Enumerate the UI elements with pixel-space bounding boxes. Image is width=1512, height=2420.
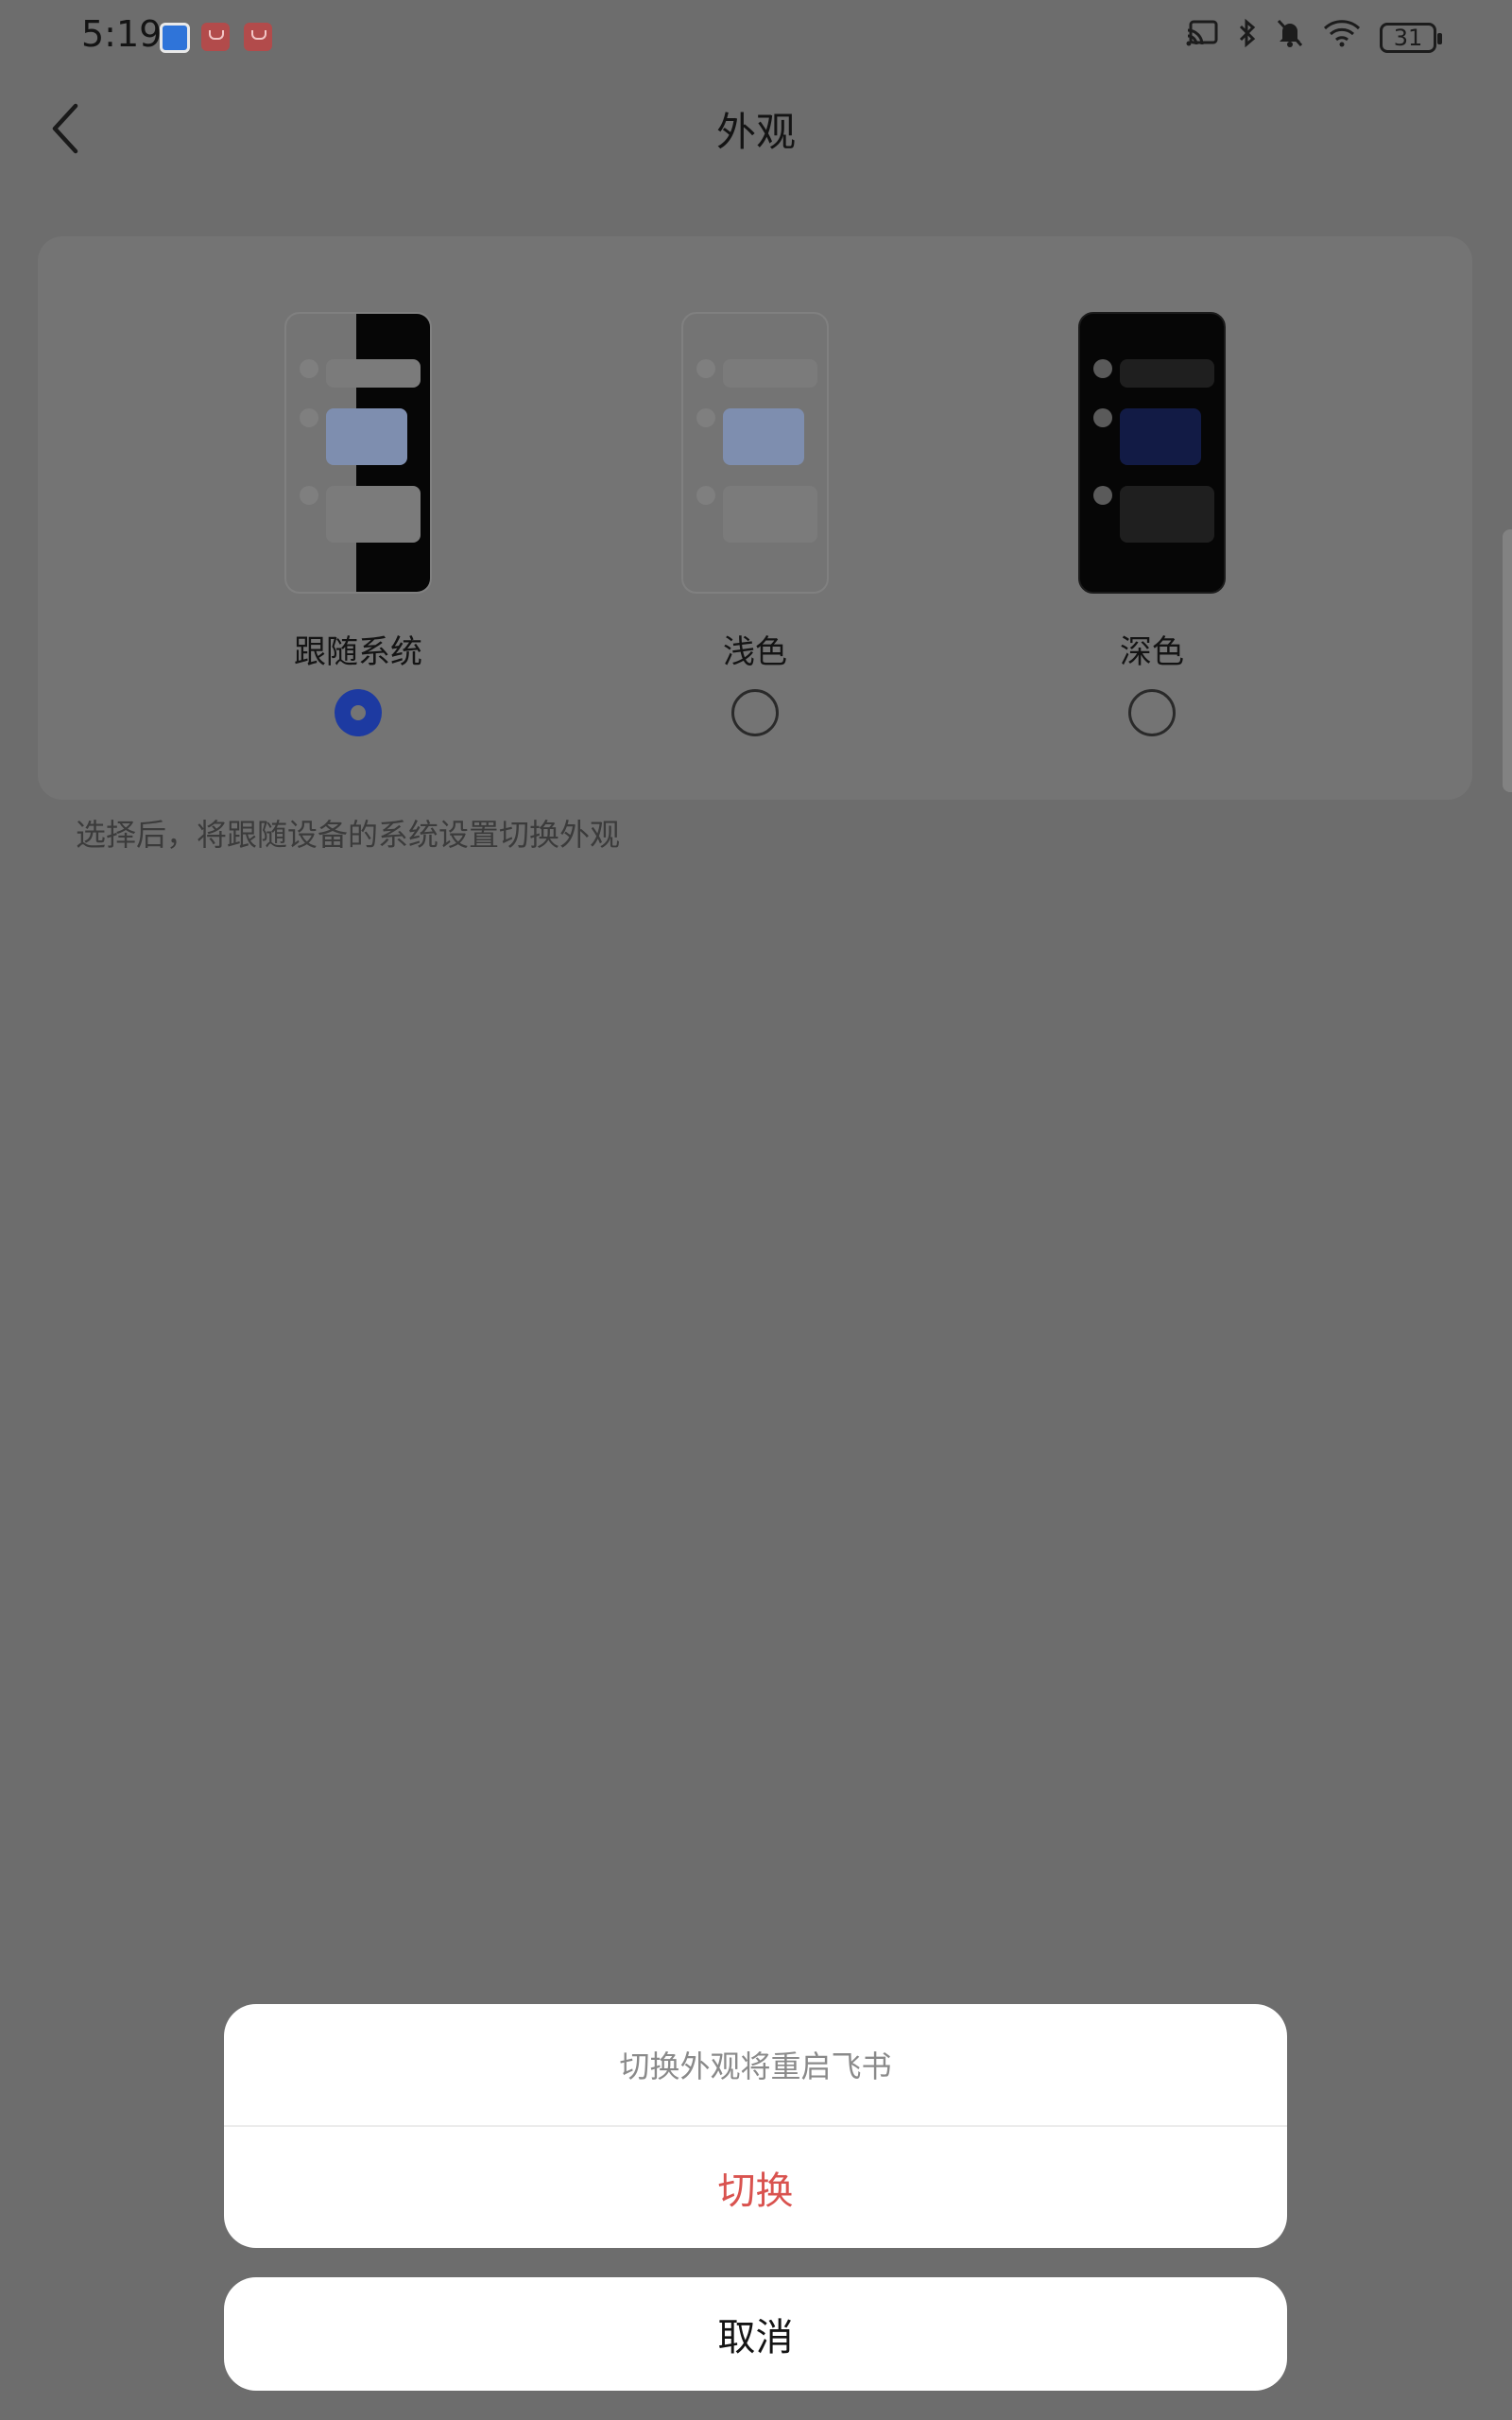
status-time: 5:19	[81, 13, 163, 55]
battery-level: 31	[1393, 25, 1423, 51]
option-label: 跟随系统	[294, 633, 422, 671]
radio-follow-system[interactable]	[335, 689, 382, 736]
option-label: 浅色	[723, 633, 787, 671]
huawei-store-icon	[244, 23, 272, 51]
page-title: 外观	[715, 109, 796, 155]
option-light[interactable]: 浅色	[661, 312, 850, 736]
huawei-store-icon	[201, 23, 230, 51]
wifi-icon	[1323, 19, 1361, 58]
option-dark[interactable]: 深色	[1057, 312, 1246, 736]
switch-button[interactable]: 切换	[224, 2127, 1287, 2248]
dialog-message: 切换外观将重启飞书	[224, 2004, 1287, 2127]
appearance-hint: 选择后，将跟随设备的系统设置切换外观	[76, 817, 621, 853]
cancel-button[interactable]: 取消	[224, 2277, 1287, 2391]
action-sheet: 切换外观将重启飞书 切换	[224, 2004, 1287, 2248]
bluetooth-icon	[1238, 18, 1257, 59]
option-follow-system[interactable]: 跟随系统	[264, 312, 453, 736]
battery-icon: 31	[1380, 23, 1442, 53]
preview-light	[681, 312, 829, 594]
preview-follow-system	[284, 312, 432, 594]
security-app-icon	[160, 23, 190, 53]
status-bar: 5:19 31	[0, 0, 1512, 76]
radio-light[interactable]	[731, 689, 779, 736]
appearance-card: 跟随系统 浅色 深色	[38, 236, 1472, 800]
cast-icon	[1185, 19, 1219, 58]
status-icons: 31	[1185, 18, 1442, 59]
preview-dark	[1078, 312, 1226, 594]
bell-muted-icon	[1276, 18, 1304, 59]
radio-dark[interactable]	[1128, 689, 1176, 736]
option-label: 深色	[1120, 633, 1184, 671]
scroll-indicator	[1503, 529, 1512, 792]
